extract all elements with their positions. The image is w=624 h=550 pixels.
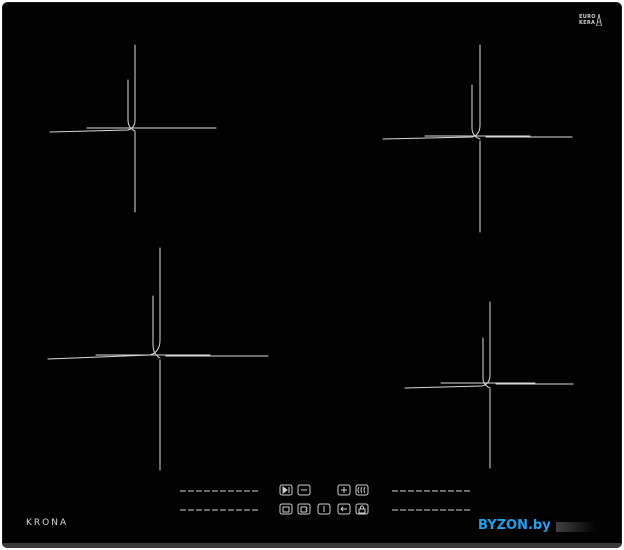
boost-icon <box>357 486 366 494</box>
back-arrow-icon <box>340 506 347 512</box>
watermark-decoration <box>556 522 596 532</box>
burner-bottom-left[interactable] <box>47 247 269 471</box>
eiffel-tower-icon <box>596 14 602 26</box>
bridge-icon <box>300 506 308 513</box>
watermark: BYZON.by <box>475 518 554 533</box>
timer-icon <box>282 506 290 513</box>
eurokera-logo: EURO KERA <box>579 14 602 26</box>
play-pause-icon <box>282 486 288 494</box>
burner-bottom-right[interactable] <box>404 301 574 469</box>
lock-icon <box>358 505 366 514</box>
brand-logo: KRONA <box>26 518 69 528</box>
burner-markings <box>47 44 574 515</box>
burner-top-right[interactable] <box>382 44 573 233</box>
burner-top-left[interactable] <box>49 44 217 213</box>
